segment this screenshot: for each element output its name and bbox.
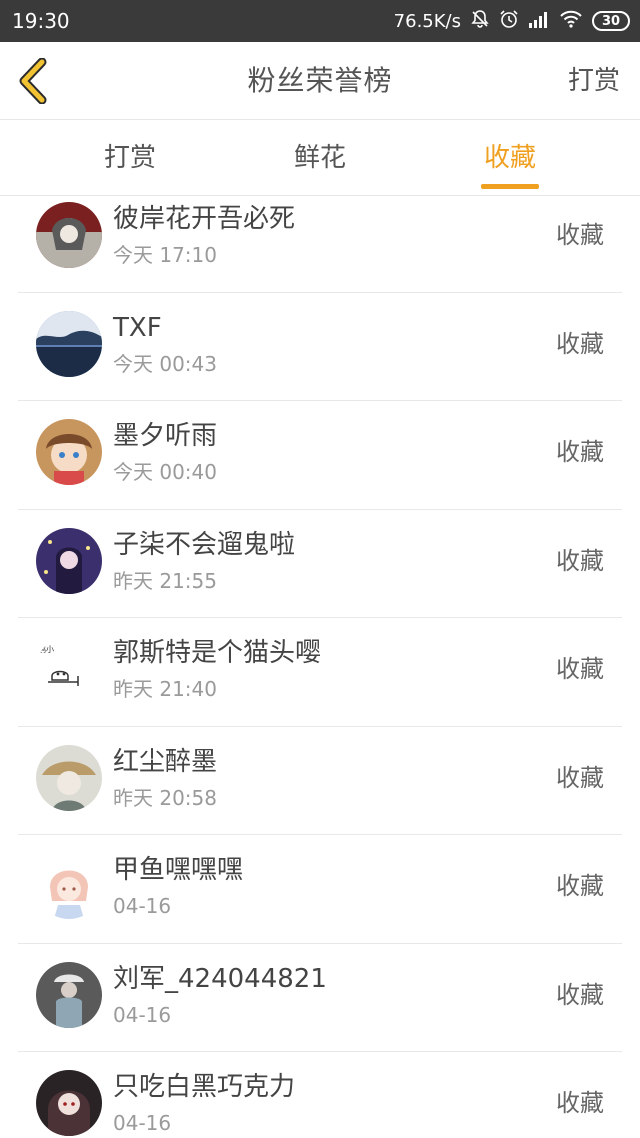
list-item[interactable]: 墨夕听雨 今天 00:40 收藏	[18, 401, 622, 510]
avatar	[36, 419, 102, 485]
fan-list: 彼岸花开吾必死 今天 17:10 收藏 TXF 今天 00:43 收藏 墨夕听雨…	[0, 196, 640, 1138]
list-item[interactable]: 刘军_424044821 04-16 收藏	[18, 944, 622, 1052]
avatar	[36, 202, 102, 268]
timestamp: 04-16	[113, 1002, 172, 1027]
user-name: 红尘醉墨	[113, 746, 218, 777]
user-name: 彼岸花开吾必死	[113, 204, 296, 234]
action-label: 收藏	[556, 980, 604, 1009]
tab-favorites[interactable]: 收藏	[460, 141, 560, 175]
avatar	[36, 744, 102, 811]
avatar	[36, 310, 102, 377]
action-label: 收藏	[556, 872, 604, 900]
action-label: 收藏	[556, 329, 604, 358]
action-label: 收藏	[556, 1089, 604, 1117]
list-item[interactable]: 鹤小 郭斯特是个猫头嘤 昨天 21:40 收藏	[18, 618, 622, 727]
avatar	[36, 853, 102, 919]
avatar	[36, 961, 102, 1028]
reward-button[interactable]: 打赏	[568, 64, 620, 98]
timestamp: 今天 17:10	[113, 243, 217, 267]
timestamp: 今天 00:40	[113, 460, 217, 484]
user-name: 甲鱼嘿嘿嘿	[113, 855, 244, 885]
signal-icon	[528, 10, 550, 33]
tab-reward[interactable]: 打赏	[80, 141, 180, 175]
alarm-icon	[499, 9, 519, 34]
timestamp: 昨天 21:55	[113, 568, 217, 593]
list-item[interactable]: 只吃白黑巧克力 04-16 收藏	[18, 1052, 622, 1138]
timestamp: 04-16	[113, 1111, 172, 1135]
action-label: 收藏	[556, 546, 604, 575]
timestamp: 昨天 20:58	[113, 785, 217, 810]
status-bar: 19:30 76.5K/s 30	[0, 0, 640, 42]
action-label: 收藏	[556, 763, 604, 792]
list-item[interactable]: 子柒不会遛鬼啦 昨天 21:55 收藏	[18, 510, 622, 618]
list-item[interactable]: 彼岸花开吾必死 今天 17:10 收藏	[18, 196, 622, 293]
timestamp: 今天 00:43	[113, 351, 217, 376]
net-speed: 76.5K/s	[393, 10, 461, 32]
wifi-icon	[559, 10, 583, 33]
action-label: 收藏	[556, 221, 604, 249]
nav-bar: 粉丝荣誉榜 打赏	[0, 42, 640, 120]
battery-level: 30	[601, 13, 621, 29]
action-label: 收藏	[556, 438, 604, 466]
timestamp: 昨天 21:40	[113, 677, 217, 701]
list-item[interactable]: TXF 今天 00:43 收藏	[18, 293, 622, 401]
user-name: 只吃白黑巧克力	[113, 1072, 296, 1102]
action-label: 收藏	[556, 655, 604, 683]
user-name: 郭斯特是个猫头嘤	[113, 638, 322, 668]
avatar	[36, 527, 102, 594]
list-item[interactable]: 甲鱼嘿嘿嘿 04-16 收藏	[18, 835, 622, 944]
user-name: 子柒不会遛鬼啦	[113, 529, 296, 560]
user-name: TXF	[113, 312, 162, 343]
tab-flowers[interactable]: 鲜花	[270, 141, 370, 175]
avatar	[36, 1070, 102, 1136]
user-name: 刘军_424044821	[113, 963, 327, 994]
timestamp: 04-16	[113, 894, 172, 918]
user-name: 墨夕听雨	[113, 421, 218, 451]
avatar: 鹤小	[36, 636, 102, 702]
battery-icon: 30	[592, 11, 630, 31]
status-time: 19:30	[12, 9, 70, 33]
tab-bar: 打赏 鲜花 收藏	[0, 121, 640, 196]
page-title: 粉丝荣誉榜	[247, 64, 393, 97]
list-item[interactable]: 红尘醉墨 昨天 20:58 收藏	[18, 727, 622, 835]
active-tab-indicator	[481, 184, 539, 189]
mute-bell-icon	[470, 9, 490, 34]
status-right-group: 76.5K/s 30	[394, 9, 630, 33]
